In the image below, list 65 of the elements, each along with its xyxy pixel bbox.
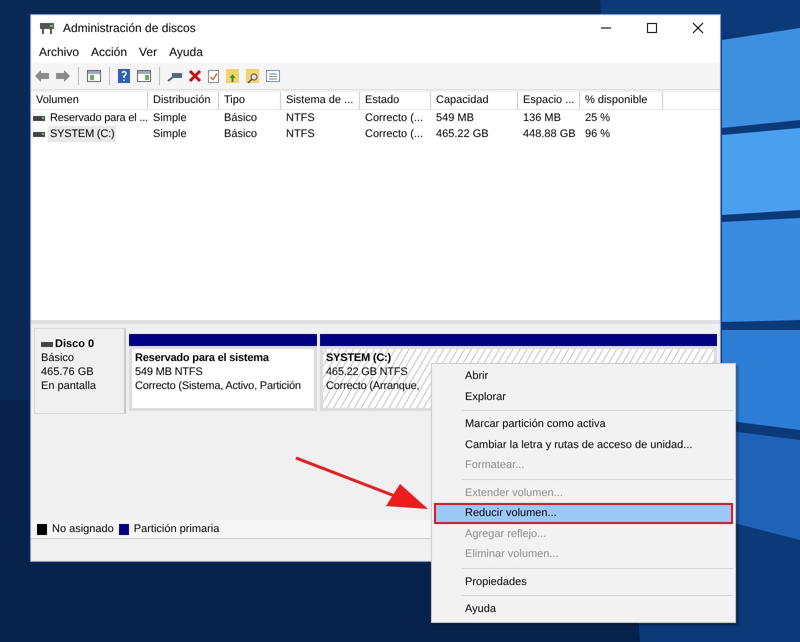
legend-label: No asignado — [52, 523, 114, 535]
partition-status: Correcto (Sistema, Activo, Partición — [135, 379, 301, 393]
partition-name: SYSTEM (C:) — [326, 351, 392, 365]
table-cell-text: Correcto (... — [365, 127, 424, 142]
column-header[interactable]: Espacio ... — [518, 92, 580, 109]
close-icon[interactable] — [692, 22, 704, 34]
partition-size: 465.22 GB NTFS — [326, 365, 408, 379]
partition-name: Reservado para el sistema — [135, 351, 269, 365]
disk-status: En pantalla — [41, 379, 98, 393]
folder-up-icon[interactable] — [225, 68, 240, 84]
column-header[interactable]: Sistema de ... — [281, 92, 360, 109]
table-cell-text: Simple — [153, 111, 187, 126]
column-header[interactable]: % disponible — [580, 92, 663, 109]
menu-item[interactable]: Ver — [133, 45, 164, 59]
table-cell-text: NTFS — [286, 111, 315, 126]
menu-item[interactable]: Ayuda — [163, 45, 209, 59]
table-cell-text: 136 MB — [523, 111, 561, 126]
context-menu-item[interactable]: Explorar — [434, 386, 733, 407]
column-header[interactable]: Capacidad — [431, 92, 518, 109]
partition-size: 549 MB NTFS — [135, 365, 202, 379]
maximize-icon[interactable] — [646, 22, 658, 34]
disk-type: Básico — [41, 351, 76, 365]
disk-name: Disco 0 — [55, 337, 94, 351]
context-menu-item[interactable]: Reducir volumen... — [434, 503, 733, 524]
menu-item[interactable]: Archivo — [33, 45, 86, 59]
disk-size: 465.76 GB — [41, 365, 95, 379]
column-header[interactable]: Distribución — [148, 92, 219, 109]
table-cell-text: NTFS — [286, 127, 315, 142]
drive-icon — [33, 116, 45, 120]
column-header[interactable]: Estado — [360, 92, 431, 109]
table-cell-text: Básico — [224, 127, 258, 142]
table-cell-text: Simple — [153, 127, 187, 142]
table-cell-text: 549 MB — [436, 111, 474, 126]
help-icon[interactable] — [117, 68, 131, 84]
table-cell-text: 448.88 GB — [523, 127, 576, 142]
column-header[interactable]: Volumen — [31, 92, 148, 109]
drive-icon — [33, 132, 45, 136]
list-icon[interactable] — [265, 69, 281, 83]
column-header[interactable]: Tipo — [219, 92, 281, 109]
context-menu-item[interactable]: Abrir — [434, 366, 733, 386]
volume-name[interactable]: Reservado para el ... — [48, 110, 150, 126]
table-cell-text: Correcto (... — [365, 111, 424, 126]
context-menu-item[interactable]: Cambiar la letra y rutas de acceso de unidad... — [434, 434, 733, 455]
disk-drive-icon — [39, 21, 55, 35]
checked-document-icon[interactable] — [207, 68, 220, 84]
drive-icon — [41, 342, 53, 346]
table-cell-text: 96 % — [585, 127, 610, 142]
folder-search-icon[interactable] — [245, 68, 260, 84]
table-cell-text: Básico — [224, 111, 258, 126]
context-menu-item[interactable]: Ayuda — [434, 599, 733, 620]
menu-item[interactable]: Acción — [85, 45, 134, 59]
table-cell-text: 25 % — [585, 111, 610, 126]
partition-block[interactable]: Reservado para el sistema 549 MB NTFS Correcto (Sistema, Activo, Partición — [129, 346, 317, 411]
context-menu-item[interactable]: Marcar partición como activa — [434, 414, 733, 434]
partition-status: Correcto (Arranque, — [326, 379, 420, 393]
legend-label: Partición primaria — [134, 523, 220, 535]
panel-icon[interactable] — [136, 69, 152, 83]
back-arrow-icon[interactable] — [34, 69, 50, 83]
table-cell-text: 465.22 GB — [436, 127, 489, 142]
delete-icon[interactable] — [188, 69, 202, 83]
panel-icon[interactable] — [86, 69, 102, 83]
volume-name[interactable]: SYSTEM (C:) — [48, 126, 116, 142]
context-menu-item[interactable]: Propiedades — [434, 572, 733, 592]
window-title: Administración de discos — [63, 21, 197, 35]
forward-arrow-icon[interactable] — [55, 69, 71, 83]
